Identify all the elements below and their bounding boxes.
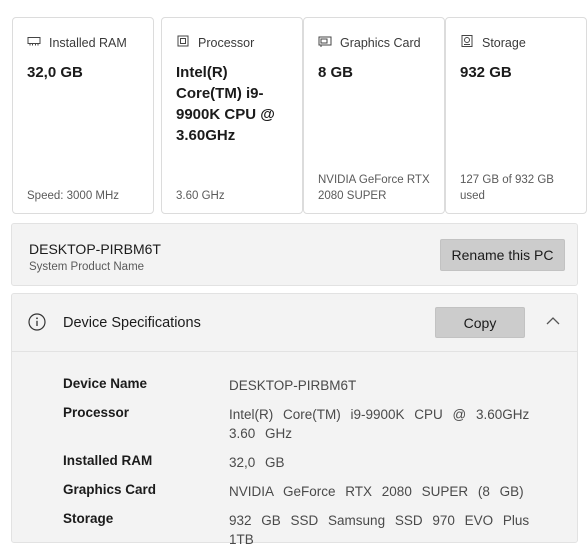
spec-key: Device Name (63, 376, 148, 391)
spec-value: 32,0 GB (229, 455, 285, 470)
card-label: Processor (198, 35, 255, 50)
card-value: 32,0 GB (27, 64, 83, 81)
spec-key: Installed RAM (63, 453, 153, 468)
card-label: Storage (482, 35, 526, 50)
card-processor: Processor Intel(R) Core(TM) i9-9900K CPU… (161, 17, 303, 214)
storage-icon (460, 34, 474, 51)
card-label: Installed RAM (49, 35, 127, 50)
spec-value: 932 GB SSD Samsung SSD 970 EVO Plus 1TB (229, 513, 530, 547)
card-installed-ram: Installed RAM 32,0 GB Speed: 3000 MHz (12, 17, 154, 214)
spec-value: DESKTOP-PIRBM6T (229, 378, 357, 393)
card-detail: 127 GB of 932 GB used (460, 174, 554, 202)
spec-value: Intel(R) Core(TM) i9-9900K CPU @ 3.60GHz… (229, 407, 530, 441)
info-icon (28, 313, 46, 331)
card-label: Graphics Card (340, 35, 421, 50)
card-value: Intel(R) Core(TM) i9-9900K CPU @ 3.60GHz (176, 64, 275, 144)
rename-pc-button[interactable]: Rename this PC (440, 239, 565, 271)
system-product-name: System Product Name (29, 261, 145, 273)
spec-value: NVIDIA GeForce RTX 2080 SUPER (8 GB) (229, 484, 524, 499)
pc-name: DESKTOP-PIRBM6T (29, 241, 161, 257)
device-specifications-title: Device Specifications (63, 315, 201, 331)
processor-icon (176, 34, 190, 51)
copy-button[interactable]: Copy (435, 307, 525, 338)
card-value: 8 GB (318, 64, 354, 81)
card-detail: 3.60 GHz (176, 190, 225, 202)
spec-key: Graphics Card (63, 482, 157, 497)
card-graphics-card: Graphics Card 8 GB NVIDIA GeForce RTX 20… (303, 17, 445, 214)
graphics-card-icon (318, 34, 332, 51)
card-detail: Speed: 3000 MHz (27, 190, 120, 202)
spec-key: Processor (63, 405, 130, 420)
ram-icon (27, 34, 41, 51)
spec-key: Storage (63, 511, 114, 526)
card-detail: NVIDIA GeForce RTX 2080 SUPER (318, 174, 430, 202)
device-specifications-header[interactable]: Device Specifications Copy (12, 294, 577, 352)
card-value: 932 GB (460, 64, 512, 81)
pc-name-panel: DESKTOP-PIRBM6T System Product Name Rena… (11, 223, 578, 286)
chevron-up-icon[interactable] (545, 314, 561, 326)
device-specifications-panel: Device Specifications Copy Device Name D… (11, 293, 578, 547)
card-storage: Storage 932 GB 127 GB of 932 GB used (445, 17, 587, 214)
